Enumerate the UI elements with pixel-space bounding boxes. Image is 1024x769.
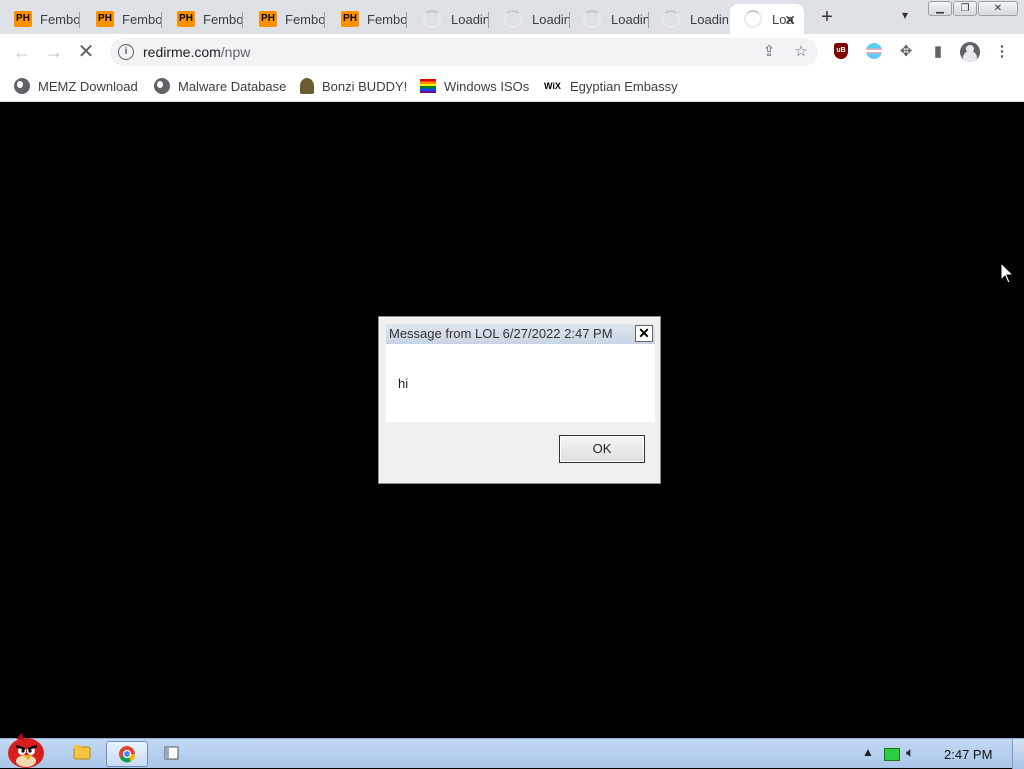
tab-title: Fembo — [285, 11, 325, 27]
close-icon[interactable]: ✕ — [635, 325, 653, 342]
loading-spinner-icon — [423, 10, 441, 28]
taskbar-clock[interactable]: 2:47 PM — [944, 747, 992, 762]
dialog-title: Message from LOL 6/27/2022 2:47 PM — [389, 326, 613, 341]
back-arrow-icon[interactable]: ← — [10, 40, 34, 64]
bookmark-memz-download[interactable]: MEMZ Download — [14, 76, 138, 96]
tab-1[interactable]: PH Fembo — [0, 4, 80, 34]
bookmark-label: Windows ISOs — [444, 78, 530, 94]
bookmark-star-icon[interactable]: ☆ — [792, 43, 810, 61]
bookmark-label: Bonzi BUDDY! — [322, 78, 408, 94]
bookmark-label: Egyptian Embassy — [570, 78, 678, 94]
tab-4[interactable]: PH Fembo — [245, 4, 325, 34]
taskbar-explorer[interactable] — [62, 741, 104, 767]
chrome-icon — [119, 746, 136, 763]
loading-spinner-icon — [744, 10, 762, 28]
taskbar: ▲ 🔈︎ 2:47 PM — [0, 733, 1024, 769]
globe-icon — [14, 78, 30, 94]
tab-3[interactable]: PH Fembo — [163, 4, 243, 34]
tab-8[interactable]: Loadin — [569, 4, 649, 34]
folder-icon — [73, 745, 91, 760]
menu-kebab-icon[interactable]: ⋮ — [993, 43, 1011, 61]
address-bar[interactable]: i redirme.com/npw — [110, 38, 818, 66]
loading-spinner-icon — [662, 10, 680, 28]
url-text[interactable]: redirme.com/npw — [143, 44, 250, 60]
site-info-icon[interactable]: i — [118, 44, 134, 60]
wix-icon: WiX — [544, 81, 561, 91]
bookmark-label: MEMZ Download — [38, 78, 138, 94]
loading-spinner-icon — [583, 10, 601, 28]
ok-button[interactable]: OK — [559, 435, 645, 463]
tab-title: Loadin — [611, 11, 649, 27]
tab-title: Loadin — [532, 11, 570, 27]
ph-favicon-icon: PH — [14, 11, 32, 27]
minimize-icon[interactable]: ▁ — [928, 1, 952, 16]
tab-strip: PH Fembo PH Fembo PH Fembo PH Fembo PH Fembo … — [0, 0, 1024, 34]
start-angry-bird-icon[interactable] — [2, 731, 48, 769]
share-icon[interactable]: ⇪ — [760, 43, 778, 61]
stop-loading-icon[interactable]: ✕ — [74, 40, 98, 64]
window-icon — [164, 746, 179, 760]
taskbar-window[interactable] — [151, 741, 193, 767]
speaker-icon[interactable]: 🔈︎ — [906, 744, 914, 761]
bookmark-egyptian-embassy[interactable]: WiX Egyptian Embassy — [544, 76, 678, 96]
globe-icon — [154, 78, 170, 94]
chevron-down-icon[interactable]: ▾ — [896, 8, 914, 26]
extension-flag-icon[interactable] — [866, 43, 882, 59]
ph-favicon-icon: PH — [177, 11, 195, 27]
alert-dialog: Message from LOL 6/27/2022 2:47 PM ✕ hi … — [378, 316, 661, 484]
dialog-message: hi — [398, 376, 409, 391]
tab-active[interactable]: Loa ✕ — [730, 4, 804, 34]
tab-title: Loadin — [690, 11, 728, 27]
bonzi-icon — [300, 78, 314, 94]
tab-title: Fembo — [40, 11, 80, 27]
dialog-titlebar[interactable]: Message from LOL 6/27/2022 2:47 PM ✕ — [386, 324, 655, 344]
tab-6[interactable]: Loadin — [409, 4, 489, 34]
rainbow-flag-icon — [420, 79, 436, 93]
loading-spinner-icon — [504, 10, 522, 28]
side-panel-icon[interactable]: ▮ — [929, 43, 947, 61]
new-tab-icon[interactable]: + — [816, 6, 838, 28]
ph-favicon-icon: PH — [96, 11, 114, 27]
tab-title: Fembo — [367, 11, 407, 27]
browser-toolbar: ← → ✕ i redirme.com/npw ⇪ ☆ uB ✥ ▮ ⋮ — [0, 34, 1024, 70]
show-desktop-button[interactable] — [1012, 739, 1024, 769]
tab-5[interactable]: PH Fembo — [327, 4, 407, 34]
profile-avatar-icon[interactable] — [960, 42, 980, 62]
bookmark-windows-isos[interactable]: Windows ISOs — [420, 76, 529, 96]
url-path: /npw — [220, 44, 251, 60]
tab-9[interactable]: Loadin — [648, 4, 728, 34]
url-host: redirme.com — [143, 44, 221, 60]
ublock-icon[interactable]: uB — [834, 43, 848, 59]
mouse-cursor-icon — [1000, 262, 1015, 284]
bookmarks-bar: MEMZ Download Malware Database Bonzi BUD… — [0, 70, 1024, 102]
tab-title: Loadin — [451, 11, 489, 27]
close-tab-icon[interactable]: ✕ — [784, 12, 796, 29]
forward-arrow-icon[interactable]: → — [42, 40, 66, 64]
tab-7[interactable]: Loadin — [490, 4, 570, 34]
ph-favicon-icon: PH — [341, 11, 359, 27]
ph-favicon-icon: PH — [259, 11, 277, 27]
bookmark-malware-database[interactable]: Malware Database — [154, 76, 286, 96]
tab-title: Fembo — [203, 11, 243, 27]
bookmark-label: Malware Database — [178, 78, 287, 94]
restore-icon[interactable]: ❐ — [953, 1, 977, 16]
show-hidden-icons-icon[interactable]: ▲ — [862, 745, 874, 759]
dialog-body: hi — [386, 344, 655, 422]
tab-title: Fembo — [122, 11, 162, 27]
bookmark-bonzi-buddy[interactable]: Bonzi BUDDY! — [300, 76, 407, 96]
tab-2[interactable]: PH Fembo — [82, 4, 162, 34]
window-close-icon[interactable]: ✕ — [978, 1, 1018, 16]
extensions-puzzle-icon[interactable]: ✥ — [897, 43, 915, 61]
taskbar-chrome[interactable] — [106, 741, 148, 767]
network-icon[interactable] — [884, 748, 900, 761]
